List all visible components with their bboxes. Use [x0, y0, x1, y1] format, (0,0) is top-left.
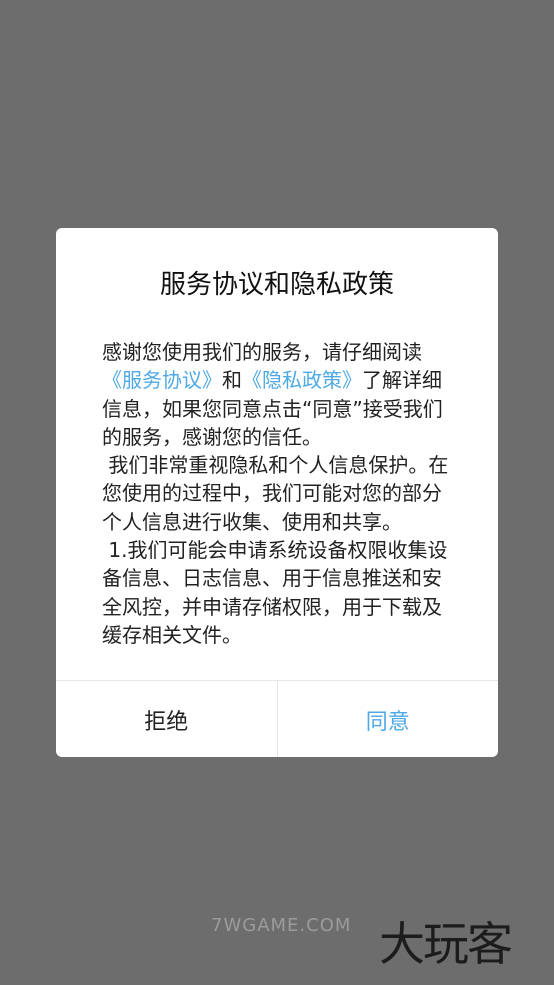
- agree-button[interactable]: 同意: [278, 681, 499, 757]
- dialog-body: 感谢您使用我们的服务，请仔细阅读《服务协议》和《隐私政策》了解详细信息，如果您同…: [102, 338, 454, 649]
- and-text: 和: [222, 368, 242, 393]
- brand-watermark-logo: 大玩客: [379, 917, 513, 971]
- service-agreement-link[interactable]: 《服务协议》: [102, 368, 222, 392]
- dialog-title: 服务协议和隐私政策: [159, 270, 394, 300]
- privacy-paragraph: 我们非常重视隐私和个人信息保护。在您使用的过程中，我们可能对您的部分个人信息进行…: [102, 453, 449, 534]
- dialog-actions: 拒绝 同意: [56, 680, 498, 757]
- intro-prefix: 感谢您使用我们的服务，请仔细阅读: [102, 340, 422, 364]
- intro-paragraph: 感谢您使用我们的服务，请仔细阅读《服务协议》和《隐私政策》了解详细信息，如果您同…: [102, 338, 454, 451]
- privacy-dialog: 服务协议和隐私政策 感谢您使用我们的服务，请仔细阅读《服务协议》和《隐私政策》了…: [56, 228, 498, 757]
- site-watermark: 7WGAME.COM: [211, 915, 352, 936]
- permissions-paragraph: 1.我们可能会申请系统设备权限收集设备信息、日志信息、用于信息推送和安全风控，并…: [102, 538, 448, 647]
- privacy-policy-link[interactable]: 《隐私政策》: [242, 368, 362, 392]
- reject-button[interactable]: 拒绝: [56, 681, 277, 757]
